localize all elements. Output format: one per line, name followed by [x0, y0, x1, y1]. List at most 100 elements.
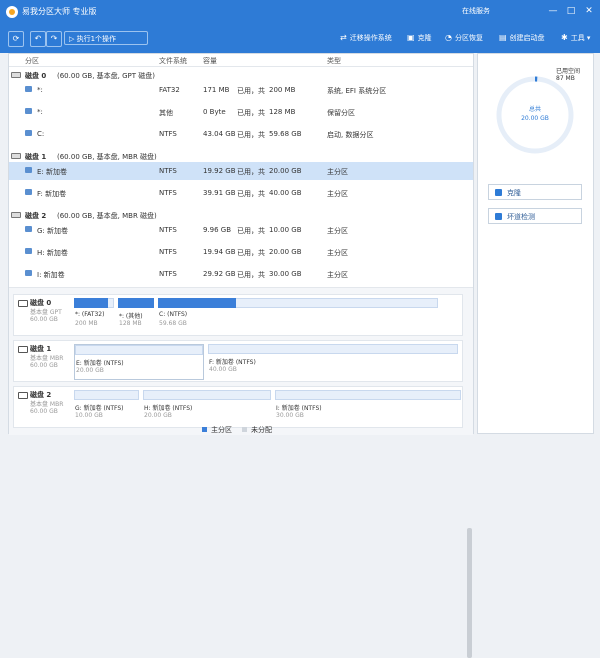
partition-segment[interactable]: E: 新加卷 (NTFS) 20.00 GB: [74, 344, 204, 380]
used-space: 已用空间 87 MB: [556, 68, 580, 82]
app-title: 易我分区大师 专业版: [22, 7, 97, 16]
disk-info: (60.00 GB, 基本盘, MBR 磁盘): [57, 212, 157, 220]
partition-name: F: 新加卷: [37, 190, 67, 198]
segment-label: I: 新加卷 (NTFS): [276, 405, 322, 412]
disk-icon: [11, 153, 21, 159]
partition-used-of: 已用，共: [237, 87, 265, 95]
disk-map-type: 基本盘 GPT: [30, 309, 62, 316]
partition-total: 40.00 GB: [269, 189, 302, 197]
partition-used: 171 MB: [203, 86, 230, 94]
disk-map-row[interactable]: 磁盘 1 基本盘 MBR 60.00 GB E: 新加卷 (NTFS) 20.00 GB…: [13, 340, 463, 382]
online-service-link[interactable]: 在线服务: [462, 6, 490, 16]
partition-segment[interactable]: *: (FAT32) 200 MB: [74, 298, 114, 334]
partition-segment[interactable]: *: (其他) 128 MB: [118, 298, 154, 334]
partition-name: G: 新加卷: [37, 227, 69, 235]
segment-size: 59.68 GB: [159, 320, 187, 327]
partition-used: 19.94 GB: [203, 248, 236, 256]
undo-button[interactable]: ↶: [30, 31, 46, 47]
partition-icon: [25, 86, 32, 92]
partition-name: I: 新加卷: [37, 271, 65, 279]
segment-size: 200 MB: [75, 320, 98, 327]
partition-total: 128 MB: [269, 108, 296, 116]
migrate-os-label: 迁移操作系统: [349, 34, 392, 42]
table-row[interactable]: I: 新加卷 NTFS 29.92 GB 已用，共 30.00 GB 主分区: [9, 265, 473, 283]
scrollbar[interactable]: [467, 528, 472, 658]
partition-used: 39.91 GB: [203, 189, 236, 197]
redo-button[interactable]: ↷: [46, 31, 62, 47]
disk-map-size: 60.00 GB: [30, 316, 58, 323]
partition-type: 主分区: [327, 271, 348, 279]
partition-name: C:: [37, 130, 45, 138]
tools-menu-label: 工具 ▾: [570, 34, 591, 42]
table-row[interactable]: E: 新加卷 NTFS 19.92 GB 已用，共 20.00 GB 主分区: [9, 162, 473, 180]
segment-label: *: (其他): [119, 313, 143, 320]
partition-segment[interactable]: G: 新加卷 (NTFS) 10.00 GB: [74, 390, 139, 426]
disk-map-type: 基本盘 MBR: [30, 355, 64, 362]
create-boot-disk-label: 创建启动盘: [509, 34, 545, 42]
col-partition: 分区: [25, 57, 39, 65]
partition-used-of: 已用，共: [237, 168, 265, 176]
table-row[interactable]: C: NTFS 43.04 GB 已用，共 59.68 GB 启动, 数据分区: [9, 125, 473, 143]
partition-fs: NTFS: [159, 130, 177, 138]
partition-total: 30.00 GB: [269, 270, 302, 278]
clone-tool-button[interactable]: ▣ 克隆: [407, 33, 432, 43]
execute-operations-button[interactable]: ▷ 执行1个操作: [64, 31, 148, 45]
col-capacity: 容量: [203, 57, 217, 65]
create-boot-disk-button[interactable]: ▤ 创建启动盘: [499, 33, 545, 43]
segment-bar: [74, 390, 139, 400]
partition-segment[interactable]: F: 新加卷 (NTFS) 40.00 GB: [208, 344, 458, 380]
partition-used: 0 Byte: [203, 108, 226, 116]
minimize-button[interactable]: —: [546, 4, 560, 18]
side-clone-button[interactable]: 克隆: [488, 184, 582, 200]
legend-primary: 主分区: [202, 425, 232, 435]
app-logo-icon: [6, 6, 18, 18]
disk-icon: [11, 72, 21, 78]
partition-segment[interactable]: I: 新加卷 (NTFS) 30.00 GB: [275, 390, 461, 426]
partition-used: 29.92 GB: [203, 270, 236, 278]
bad-sector-check-button[interactable]: 坏道检测: [488, 208, 582, 224]
col-filesystem: 文件系统: [159, 57, 187, 65]
partition-fs: NTFS: [159, 270, 177, 278]
partition-type: 主分区: [327, 227, 348, 235]
partition-icon: [25, 248, 32, 254]
table-row[interactable]: *: 其他 0 Byte 已用，共 128 MB 保留分区: [9, 103, 473, 121]
disk-map-size: 60.00 GB: [30, 362, 58, 369]
disk-map-row[interactable]: 磁盘 2 基本盘 MBR 60.00 GB G: 新加卷 (NTFS) 10.00 GB…: [13, 386, 463, 428]
table-row[interactable]: F: 新加卷 NTFS 39.91 GB 已用，共 40.00 GB 主分区: [9, 184, 473, 202]
segment-label: F: 新加卷 (NTFS): [209, 359, 256, 366]
partition-icon: [25, 108, 32, 114]
refresh-button[interactable]: ⟳: [8, 31, 24, 47]
segment-size: 30.00 GB: [276, 412, 304, 419]
table-row[interactable]: H: 新加卷 NTFS 19.94 GB 已用，共 20.00 GB 主分区: [9, 243, 473, 261]
table-row[interactable]: G: 新加卷 NTFS 9.96 GB 已用，共 10.00 GB 主分区: [9, 221, 473, 239]
clone-tool-label: 克隆: [417, 34, 432, 42]
table-row[interactable]: *: FAT32 171 MB 已用，共 200 MB 系统, EFI 系统分区: [9, 81, 473, 99]
bad-sector-check-label: 坏道检测: [507, 213, 535, 221]
title-bar: 易我分区大师 专业版 在线服务 — □ ✕: [0, 0, 600, 24]
maximize-button[interactable]: □: [564, 4, 578, 18]
segment-label: E: 新加卷 (NTFS): [76, 360, 124, 367]
disk-name: 磁盘 0: [25, 72, 47, 80]
segment-used-fill: [74, 298, 108, 308]
partition-type: 启动, 数据分区: [327, 131, 374, 139]
disk-map-size: 60.00 GB: [30, 408, 58, 415]
boot-disk-icon: ▤: [499, 33, 507, 42]
tools-menu-button[interactable]: ✱ 工具 ▾: [561, 33, 590, 43]
partition-segment[interactable]: C: (NTFS) 59.68 GB: [158, 298, 438, 334]
partition-name: *:: [37, 86, 43, 94]
partition-used: 43.04 GB: [203, 130, 236, 138]
partition-used-of: 已用，共: [237, 109, 265, 117]
segment-bar: [208, 344, 458, 354]
segment-used-fill: [158, 298, 236, 308]
partition-icon: [25, 226, 32, 232]
partition-total: 20.00 GB: [269, 167, 302, 175]
partition-recovery-button[interactable]: ◔ 分区恢复: [445, 33, 483, 43]
partition-segment[interactable]: H: 新加卷 (NTFS) 20.00 GB: [143, 390, 271, 426]
close-button[interactable]: ✕: [582, 4, 596, 18]
partition-total: 20.00 GB: [269, 248, 302, 256]
migrate-os-button[interactable]: ⇄ 迁移操作系统: [340, 33, 392, 43]
disk-map-row[interactable]: 磁盘 0 基本盘 GPT 60.00 GB *: (FAT32) 200 MB *: (其…: [13, 294, 463, 336]
partition-name: *:: [37, 108, 43, 116]
partition-type: 主分区: [327, 249, 348, 257]
legend-unallocated: 未分配: [242, 425, 272, 435]
